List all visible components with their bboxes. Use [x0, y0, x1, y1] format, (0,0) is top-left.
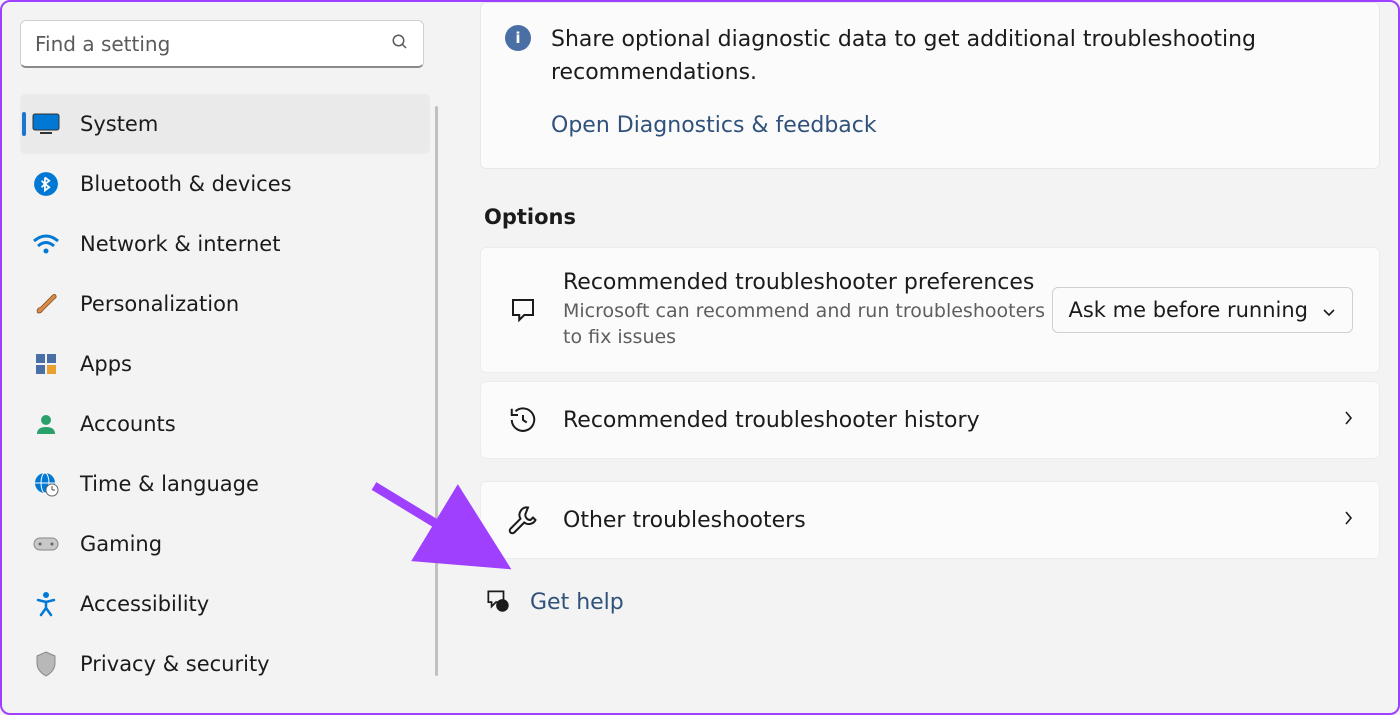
sidebar-item-accounts[interactable]: Accounts — [20, 394, 430, 454]
sidebar-item-label: Time & language — [80, 472, 259, 496]
shield-icon — [32, 650, 60, 678]
section-title-options: Options — [484, 205, 1380, 229]
sidebar-item-label: Accounts — [80, 412, 176, 436]
chevron-down-icon — [1322, 298, 1336, 322]
sidebar-item-accessibility[interactable]: Accessibility — [20, 574, 430, 634]
sidebar-item-label: Accessibility — [80, 592, 209, 616]
sidebar-item-apps[interactable]: Apps — [20, 334, 430, 394]
sidebar-item-network[interactable]: Network & internet — [20, 214, 430, 274]
globe-clock-icon — [32, 470, 60, 498]
card-other-troubleshooters[interactable]: Other troubleshooters — [480, 481, 1380, 559]
card-title: Recommended troubleshooter history — [563, 408, 1343, 433]
card-subtitle: Microsoft can recommend and run troubles… — [563, 299, 1052, 350]
sidebar-item-gaming[interactable]: Gaming — [20, 514, 430, 574]
main-content: i Share optional diagnostic data to get … — [442, 2, 1398, 713]
card-troubleshooter-preferences[interactable]: Recommended troubleshooter preferences M… — [480, 247, 1380, 373]
search-icon — [391, 33, 409, 55]
open-diagnostics-link[interactable]: Open Diagnostics & feedback — [551, 113, 877, 138]
preferences-dropdown[interactable]: Ask me before running — [1052, 287, 1354, 333]
help-icon: ? — [484, 587, 510, 617]
gamepad-icon — [32, 530, 60, 558]
card-troubleshooter-history[interactable]: Recommended troubleshooter history — [480, 381, 1380, 459]
wrench-icon — [507, 504, 539, 536]
person-icon — [32, 410, 60, 438]
sidebar-item-label: Privacy & security — [80, 652, 270, 676]
sidebar-item-label: Gaming — [80, 532, 162, 556]
help-label: Get help — [530, 590, 624, 615]
sidebar-item-time-language[interactable]: Time & language — [20, 454, 430, 514]
sidebar-item-personalization[interactable]: Personalization — [20, 274, 430, 334]
chevron-right-icon — [1343, 410, 1353, 430]
svg-text:?: ? — [500, 602, 504, 611]
accessibility-icon — [32, 590, 60, 618]
sidebar-item-bluetooth[interactable]: Bluetooth & devices — [20, 154, 430, 214]
brush-icon — [32, 290, 60, 318]
info-card: i Share optional diagnostic data to get … — [480, 2, 1380, 169]
sidebar-item-label: Apps — [80, 352, 132, 376]
search-input[interactable] — [35, 32, 391, 56]
info-text: Share optional diagnostic data to get ad… — [551, 23, 1355, 89]
info-icon: i — [505, 25, 531, 51]
card-title: Other troubleshooters — [563, 508, 1343, 533]
chat-icon — [507, 294, 539, 326]
sidebar: System Bluetooth & devices Network & int… — [2, 2, 442, 713]
sidebar-item-system[interactable]: System — [20, 94, 430, 154]
bluetooth-icon — [32, 170, 60, 198]
dropdown-value: Ask me before running — [1069, 298, 1309, 322]
sidebar-scrollbar[interactable] — [435, 106, 438, 676]
sidebar-item-label: Personalization — [80, 292, 239, 316]
sidebar-item-label: Bluetooth & devices — [80, 172, 292, 196]
get-help-link[interactable]: ? Get help — [484, 587, 1380, 617]
monitor-icon — [32, 110, 60, 138]
history-icon — [507, 404, 539, 436]
wifi-icon — [32, 230, 60, 258]
sidebar-item-label: Network & internet — [80, 232, 280, 256]
card-title: Recommended troubleshooter preferences — [563, 270, 1052, 295]
search-box[interactable] — [20, 20, 424, 68]
apps-icon — [32, 350, 60, 378]
sidebar-item-label: System — [80, 112, 158, 136]
sidebar-item-privacy[interactable]: Privacy & security — [20, 634, 430, 694]
sidebar-nav: System Bluetooth & devices Network & int… — [20, 94, 442, 694]
chevron-right-icon — [1343, 510, 1353, 530]
